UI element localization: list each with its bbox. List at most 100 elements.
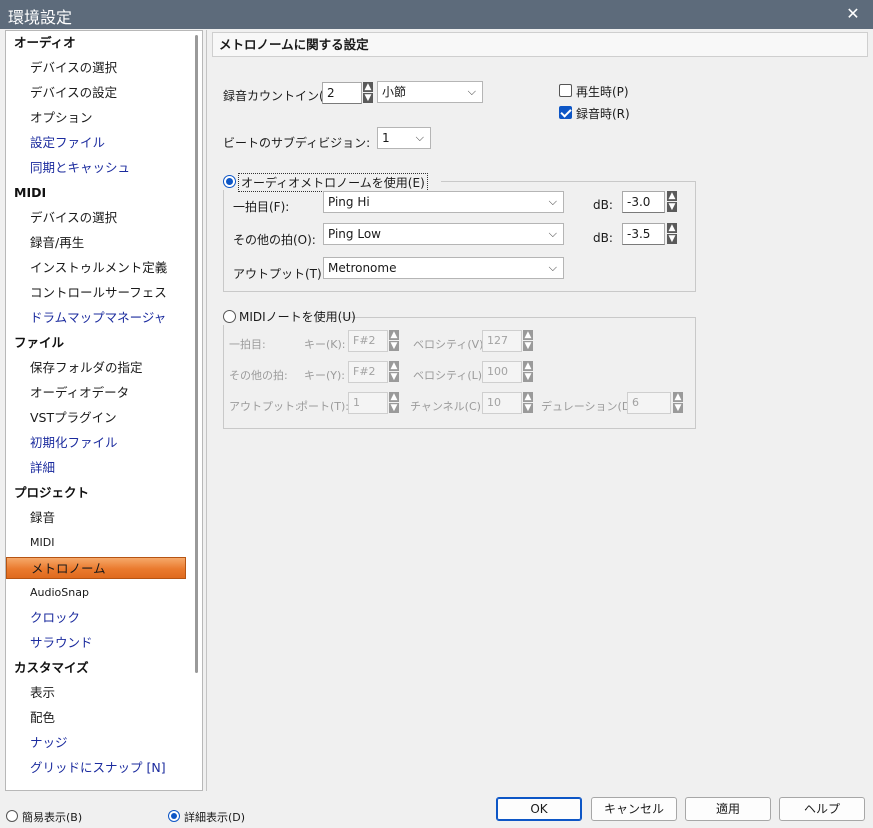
midi-velocity1-spinner[interactable]: ▲ ▼ bbox=[523, 330, 533, 352]
count-in-spinner[interactable]: ▲ ▼ bbox=[363, 82, 373, 104]
output-select[interactable]: Metronome ⌵ bbox=[323, 257, 564, 279]
sidebar-item[interactable]: 録音/再生 bbox=[6, 232, 192, 254]
midi-port-input[interactable]: 1 bbox=[348, 392, 388, 414]
subdivision-select[interactable]: 1 ⌵ bbox=[377, 127, 431, 149]
count-in-label: 録音カウントイン(I): bbox=[223, 89, 336, 103]
count-in-unit-value: 小節 bbox=[382, 85, 407, 99]
sidebar-item[interactable]: 設定ファイル bbox=[6, 132, 192, 154]
first-db-input[interactable]: -3.0 bbox=[622, 191, 665, 213]
sidebar-item[interactable]: AudioSnap bbox=[6, 582, 192, 604]
spin-up-icon[interactable]: ▲ bbox=[523, 392, 533, 402]
spin-down-icon[interactable]: ▼ bbox=[667, 234, 677, 244]
spin-down-icon[interactable]: ▼ bbox=[523, 403, 533, 413]
sidebar-item[interactable]: ナッジ bbox=[6, 732, 192, 754]
midi-velocity2-input[interactable]: 100 bbox=[482, 361, 522, 383]
other-db-spinner[interactable]: ▲ ▼ bbox=[667, 223, 677, 245]
spin-up-icon[interactable]: ▲ bbox=[389, 392, 399, 402]
ok-button[interactable]: OK bbox=[496, 797, 582, 821]
spin-up-icon[interactable]: ▲ bbox=[673, 392, 683, 402]
sidebar-item[interactable]: デバイスの選択 bbox=[6, 207, 192, 229]
sidebar-tree[interactable]: オーディオデバイスの選択 デバイスの設定 オプション設定ファイル 同期とキャッシュ MI… bbox=[5, 30, 203, 791]
sidebar-item[interactable]: オプション bbox=[6, 107, 192, 129]
midi-duration-spinner[interactable]: ▲ ▼ bbox=[673, 392, 683, 414]
sidebar-category[interactable]: カスタマイズ bbox=[6, 657, 192, 679]
sidebar-scrollbar[interactable] bbox=[195, 35, 198, 673]
first-beat-value: Ping Hi bbox=[328, 195, 370, 209]
spin-up-icon[interactable]: ▲ bbox=[389, 330, 399, 340]
sidebar-item[interactable]: デバイスの設定 bbox=[6, 82, 192, 104]
first-beat-select[interactable]: Ping Hi ⌵ bbox=[323, 191, 564, 213]
spin-up-icon[interactable]: ▲ bbox=[523, 361, 533, 371]
simple-view-label[interactable]: 簡易表示(B) bbox=[22, 809, 82, 825]
midi-note-radio[interactable] bbox=[223, 310, 236, 323]
spin-up-icon[interactable]: ▲ bbox=[523, 330, 533, 340]
sidebar-item[interactable]: ドラムマップマネージャ bbox=[6, 307, 192, 329]
midi-key1-spinner[interactable]: ▲ ▼ bbox=[389, 330, 399, 352]
sidebar-item[interactable]: 表示 bbox=[6, 682, 192, 704]
midi-note-label[interactable]: MIDIノートを使用(U) bbox=[239, 308, 356, 325]
sidebar-item[interactable]: 同期とキャッシュ bbox=[6, 157, 192, 179]
other-db-input[interactable]: -3.5 bbox=[622, 223, 665, 245]
spin-down-icon[interactable]: ▼ bbox=[667, 202, 677, 212]
spin-down-icon[interactable]: ▼ bbox=[389, 372, 399, 382]
midi-channel-spinner[interactable]: ▲ ▼ bbox=[523, 392, 533, 414]
spin-down-icon[interactable]: ▼ bbox=[363, 93, 373, 103]
sidebar-item[interactable]: 配色 bbox=[6, 707, 192, 729]
help-button[interactable]: ヘルプ bbox=[779, 797, 865, 821]
midi-velocity1-input[interactable]: 127 bbox=[482, 330, 522, 352]
other-beat-label: その他の拍(O): bbox=[233, 233, 316, 247]
spin-up-icon[interactable]: ▲ bbox=[667, 191, 677, 201]
detail-view-label[interactable]: 詳細表示(D) bbox=[184, 809, 245, 825]
first-db-spinner[interactable]: ▲ ▼ bbox=[667, 191, 677, 213]
playback-label[interactable]: 再生時(P) bbox=[576, 83, 629, 100]
midi-key2-input[interactable]: F#2 bbox=[348, 361, 388, 383]
sidebar-item[interactable]: メトロノーム bbox=[6, 557, 186, 579]
sidebar-category[interactable]: プロジェクト bbox=[6, 482, 192, 504]
spin-down-icon[interactable]: ▼ bbox=[523, 341, 533, 351]
spin-down-icon[interactable]: ▼ bbox=[389, 403, 399, 413]
cancel-button[interactable]: キャンセル bbox=[591, 797, 677, 821]
sidebar-item[interactable]: インストゥルメント定義 bbox=[6, 257, 192, 279]
simple-view-radio[interactable] bbox=[6, 810, 18, 822]
audio-metronome-radio[interactable] bbox=[223, 175, 236, 188]
sidebar-item[interactable]: VSTプラグイン bbox=[6, 407, 192, 429]
sidebar-item[interactable]: 録音 bbox=[6, 507, 192, 529]
section-header: メトロノームに関する設定 bbox=[212, 32, 868, 57]
sidebar-item[interactable]: コントロールサーフェス bbox=[6, 282, 192, 304]
sidebar-item[interactable]: 保存フォルダの指定 bbox=[6, 357, 192, 379]
first-beat-label: 一拍目(F): bbox=[233, 200, 290, 214]
apply-button[interactable]: 適用 bbox=[685, 797, 771, 821]
sidebar-item[interactable]: MIDI bbox=[6, 532, 192, 554]
sidebar-item[interactable]: グリッドにスナップ [N] bbox=[6, 757, 192, 779]
spin-up-icon[interactable]: ▲ bbox=[667, 223, 677, 233]
spin-down-icon[interactable]: ▼ bbox=[389, 341, 399, 351]
count-in-unit-select[interactable]: 小節 ⌵ bbox=[377, 81, 483, 103]
other-beat-select[interactable]: Ping Low ⌵ bbox=[323, 223, 564, 245]
count-in-input[interactable]: 2 bbox=[322, 82, 362, 104]
sidebar-item[interactable]: オーディオデータ bbox=[6, 382, 192, 404]
midi-port-spinner[interactable]: ▲ ▼ bbox=[389, 392, 399, 414]
sidebar-category[interactable]: オーディオ bbox=[6, 32, 192, 54]
sidebar-item[interactable]: 詳細 bbox=[6, 457, 192, 479]
spin-down-icon[interactable]: ▼ bbox=[673, 403, 683, 413]
sidebar-item[interactable]: 初期化ファイル bbox=[6, 432, 192, 454]
sidebar-category[interactable]: ファイル bbox=[6, 332, 192, 354]
sidebar-category[interactable]: MIDI bbox=[6, 182, 192, 204]
midi-key1-input[interactable]: F#2 bbox=[348, 330, 388, 352]
recording-checkbox[interactable] bbox=[559, 106, 572, 119]
close-icon[interactable]: ✕ bbox=[843, 4, 863, 23]
audio-metronome-label[interactable]: オーディオメトロノームを使用(E) bbox=[238, 173, 428, 192]
sidebar-item[interactable]: デバイスの選択 bbox=[6, 57, 192, 79]
sidebar-item[interactable]: クロック bbox=[6, 607, 192, 629]
midi-channel-input[interactable]: 10 bbox=[482, 392, 522, 414]
detail-view-radio[interactable] bbox=[168, 810, 180, 822]
midi-key2-spinner[interactable]: ▲ ▼ bbox=[389, 361, 399, 383]
playback-checkbox[interactable] bbox=[559, 84, 572, 97]
spin-up-icon[interactable]: ▲ bbox=[389, 361, 399, 371]
midi-duration-input[interactable]: 6 bbox=[627, 392, 671, 414]
midi-velocity2-spinner[interactable]: ▲ ▼ bbox=[523, 361, 533, 383]
sidebar-item[interactable]: サラウンド bbox=[6, 632, 192, 654]
recording-label[interactable]: 録音時(R) bbox=[576, 105, 630, 122]
spin-up-icon[interactable]: ▲ bbox=[363, 82, 373, 92]
spin-down-icon[interactable]: ▼ bbox=[523, 372, 533, 382]
